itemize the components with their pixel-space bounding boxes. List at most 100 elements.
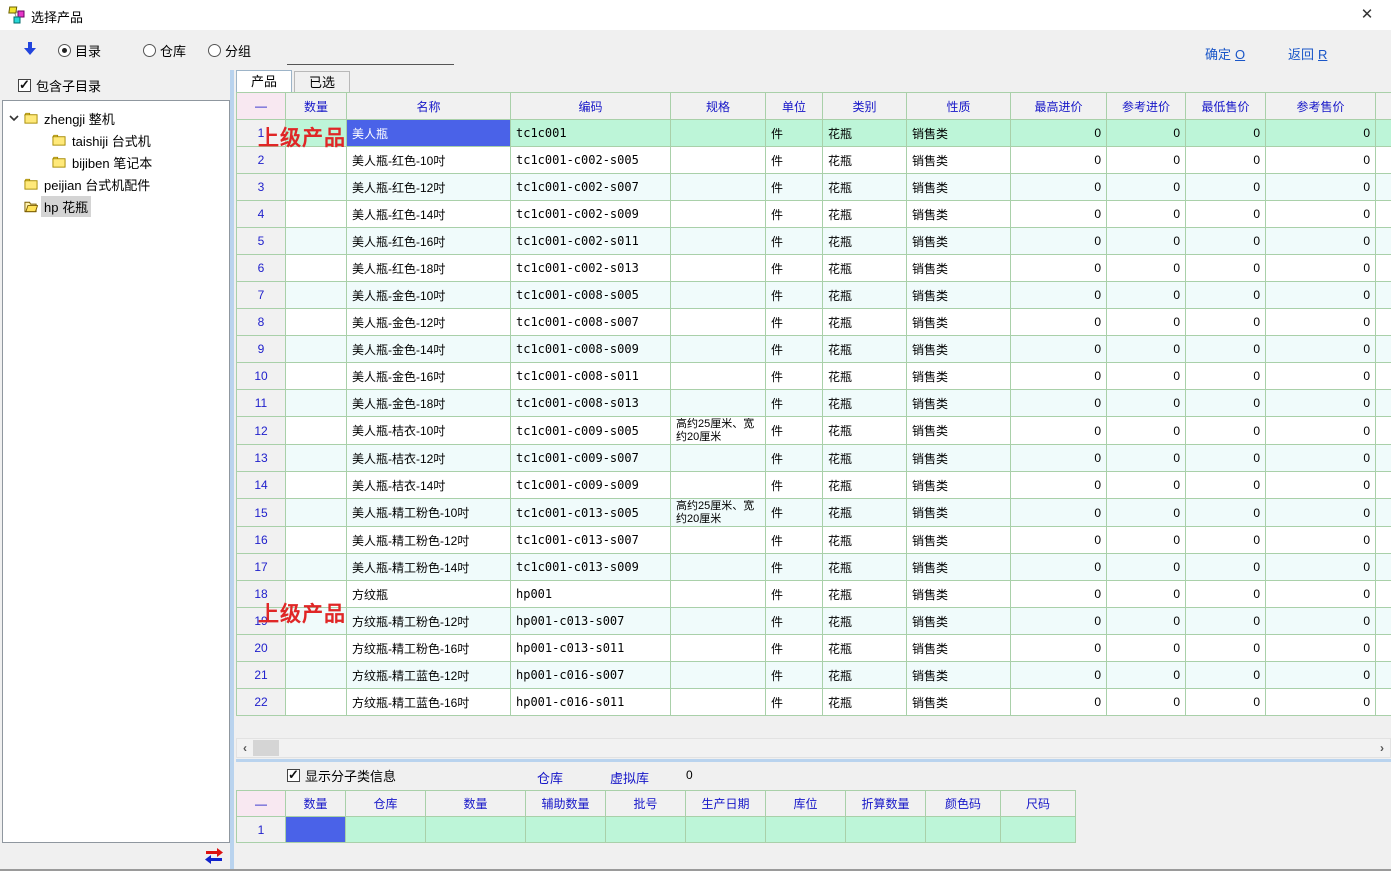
code-cell[interactable]: hp001-c016-s007 (511, 662, 671, 689)
qty-cell[interactable] (286, 147, 347, 174)
unit-cell[interactable]: 件 (766, 309, 823, 336)
code-cell[interactable]: hp001-c013-s011 (511, 635, 671, 662)
ref-purchase-price-cell[interactable]: 0 (1107, 554, 1186, 581)
detail-cell[interactable] (426, 817, 526, 843)
row-number-cell[interactable]: 6 (237, 255, 286, 282)
unit-cell[interactable]: 件 (766, 662, 823, 689)
spec-cell[interactable] (671, 228, 766, 255)
ref-sale-price-cell[interactable]: 0 (1266, 282, 1376, 309)
nature-cell[interactable]: 销售类 (907, 662, 1011, 689)
min-sale-price-cell[interactable]: 0 (1186, 147, 1266, 174)
min-sale-price-cell[interactable]: 0 (1186, 255, 1266, 282)
ref-sale-price-cell[interactable]: 0 (1266, 336, 1376, 363)
ref-purchase-price-cell[interactable]: 0 (1107, 174, 1186, 201)
name-cell[interactable]: 美人瓶-金色-14吋 (347, 336, 511, 363)
ref-sale-price-cell[interactable]: 0 (1266, 499, 1376, 527)
detail-cell[interactable] (606, 817, 686, 843)
code-cell[interactable]: tc1c001-c009-s007 (511, 445, 671, 472)
category-cell[interactable]: 花瓶 (823, 390, 907, 417)
ref-sale-price-cell[interactable]: 0 (1266, 689, 1376, 716)
ref-sale-price-cell[interactable]: 0 (1266, 554, 1376, 581)
max-purchase-price-cell[interactable]: 0 (1011, 147, 1107, 174)
nature-cell[interactable]: 销售类 (907, 255, 1011, 282)
unit-cell[interactable]: 件 (766, 472, 823, 499)
qty-cell[interactable] (286, 527, 347, 554)
ref-purchase-price-cell[interactable]: 0 (1107, 228, 1186, 255)
nature-cell[interactable]: 销售类 (907, 228, 1011, 255)
horizontal-splitter[interactable] (236, 759, 1391, 762)
scroll-right-icon[interactable]: › (1374, 739, 1390, 757)
ref-purchase-price-cell[interactable]: 0 (1107, 581, 1186, 608)
nature-cell[interactable]: 销售类 (907, 309, 1011, 336)
ref-purchase-price-cell[interactable]: 0 (1107, 445, 1186, 472)
name-cell[interactable]: 美人瓶-桔衣-10吋 (347, 417, 511, 445)
min-sale-price-cell[interactable]: 0 (1186, 228, 1266, 255)
max-purchase-price-cell[interactable]: 0 (1011, 635, 1107, 662)
unit-cell[interactable]: 件 (766, 554, 823, 581)
ref-purchase-price-cell[interactable]: 0 (1107, 255, 1186, 282)
max-purchase-price-cell[interactable]: 0 (1011, 336, 1107, 363)
min-sale-price-cell[interactable]: 0 (1186, 554, 1266, 581)
spec-cell[interactable] (671, 662, 766, 689)
qty-cell[interactable] (286, 282, 347, 309)
row-number-cell[interactable]: 22 (237, 689, 286, 716)
qty-cell[interactable] (286, 228, 347, 255)
min-sale-price-cell[interactable]: 0 (1186, 662, 1266, 689)
spec-cell[interactable] (671, 390, 766, 417)
row-number-cell[interactable]: 12 (237, 417, 286, 445)
unit-cell[interactable]: 件 (766, 228, 823, 255)
code-cell[interactable]: tc1c001-c008-s005 (511, 282, 671, 309)
ref-sale-price-cell[interactable]: 0 (1266, 147, 1376, 174)
row-number-cell[interactable]: 9 (237, 336, 286, 363)
max-purchase-price-cell[interactable]: 0 (1011, 255, 1107, 282)
row-number-cell[interactable]: 17 (237, 554, 286, 581)
min-sale-price-cell[interactable]: 0 (1186, 363, 1266, 390)
name-cell[interactable]: 美人瓶-金色-10吋 (347, 282, 511, 309)
min-sale-price-cell[interactable]: 0 (1186, 309, 1266, 336)
category-cell[interactable]: 花瓶 (823, 201, 907, 228)
qty-cell[interactable] (286, 662, 347, 689)
category-cell[interactable]: 花瓶 (823, 445, 907, 472)
code-cell[interactable]: tc1c001 (511, 120, 671, 147)
show-subclass-checkbox[interactable]: 显示分子类信息 (287, 766, 396, 785)
unit-cell[interactable]: 件 (766, 255, 823, 282)
spec-cell[interactable] (671, 120, 766, 147)
code-cell[interactable]: tc1c001-c009-s009 (511, 472, 671, 499)
qty-cell[interactable] (286, 174, 347, 201)
spec-cell[interactable] (671, 445, 766, 472)
category-cell[interactable]: 花瓶 (823, 499, 907, 527)
ref-purchase-price-cell[interactable]: 0 (1107, 472, 1186, 499)
category-cell[interactable]: 花瓶 (823, 336, 907, 363)
code-cell[interactable]: tc1c001-c002-s007 (511, 174, 671, 201)
nature-cell[interactable]: 销售类 (907, 445, 1011, 472)
max-purchase-price-cell[interactable]: 0 (1011, 445, 1107, 472)
spec-cell[interactable] (671, 581, 766, 608)
qty-cell[interactable] (286, 120, 347, 147)
nature-cell[interactable]: 销售类 (907, 635, 1011, 662)
spec-cell[interactable] (671, 255, 766, 282)
name-cell[interactable]: 方纹瓶-精工蓝色-16吋 (347, 689, 511, 716)
qty-cell[interactable] (286, 201, 347, 228)
ref-sale-price-cell[interactable]: 0 (1266, 445, 1376, 472)
category-cell[interactable]: 花瓶 (823, 635, 907, 662)
ref-purchase-price-cell[interactable]: 0 (1107, 608, 1186, 635)
row-number-cell[interactable]: 18 (237, 581, 286, 608)
code-cell[interactable]: tc1c001-c002-s011 (511, 228, 671, 255)
name-cell[interactable]: 美人瓶-金色-16吋 (347, 363, 511, 390)
category-cell[interactable]: 花瓶 (823, 174, 907, 201)
code-cell[interactable]: tc1c001-c008-s011 (511, 363, 671, 390)
min-sale-price-cell[interactable]: 0 (1186, 445, 1266, 472)
nature-cell[interactable]: 销售类 (907, 336, 1011, 363)
nature-cell[interactable]: 销售类 (907, 147, 1011, 174)
name-cell[interactable]: 美人瓶-红色-10吋 (347, 147, 511, 174)
spec-cell[interactable]: 高约25厘米、宽约20厘米 (671, 499, 766, 527)
name-cell[interactable]: 美人瓶-红色-14吋 (347, 201, 511, 228)
ref-sale-price-cell[interactable]: 0 (1266, 228, 1376, 255)
name-cell[interactable]: 美人瓶-金色-18吋 (347, 390, 511, 417)
name-cell[interactable]: 美人瓶 (347, 120, 511, 147)
max-purchase-price-cell[interactable]: 0 (1011, 282, 1107, 309)
tab-products[interactable]: 产品 (236, 70, 292, 92)
row-number-cell[interactable]: 14 (237, 472, 286, 499)
min-sale-price-cell[interactable]: 0 (1186, 282, 1266, 309)
unit-cell[interactable]: 件 (766, 635, 823, 662)
